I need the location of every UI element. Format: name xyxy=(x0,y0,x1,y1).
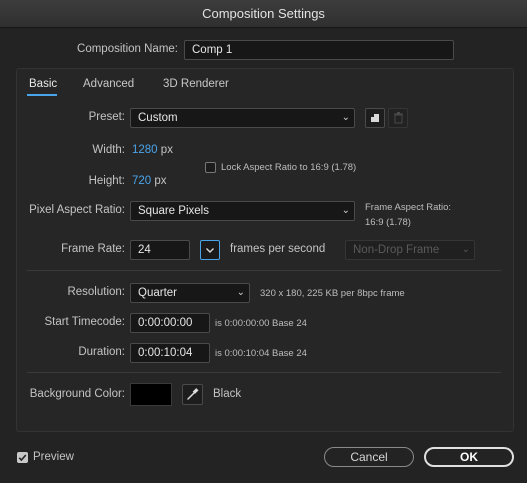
drop-frame-value: Non-Drop Frame xyxy=(353,244,440,256)
delete-preset-button[interactable] xyxy=(388,108,408,128)
height-value[interactable]: 720 xyxy=(132,175,151,187)
checkmark-icon xyxy=(18,454,27,462)
start-timecode-label: Start Timecode: xyxy=(44,316,125,328)
resolution-label: Resolution: xyxy=(67,286,125,298)
duration-input[interactable]: 0:00:10:04 xyxy=(130,343,210,363)
width-label: Width: xyxy=(92,144,125,156)
eyedropper-icon xyxy=(187,388,199,400)
start-timecode-input[interactable]: 0:00:00:00 xyxy=(130,313,210,333)
chevron-down-icon: ⌄ xyxy=(341,205,350,216)
frame-rate-label: Frame Rate: xyxy=(61,243,125,255)
delete-preset-icon xyxy=(394,112,403,124)
frame-rate-presets-button[interactable] xyxy=(200,240,220,260)
resolution-select[interactable]: Quarter ⌄ xyxy=(130,283,250,303)
background-color-label: Background Color: xyxy=(29,388,125,400)
preset-value: Custom xyxy=(138,112,178,124)
preview-checkbox[interactable] xyxy=(17,452,28,463)
divider xyxy=(27,270,501,271)
chevron-down-icon: ⌄ xyxy=(236,287,245,298)
chevron-down-icon: ⌄ xyxy=(341,112,350,123)
tab-3d-renderer[interactable]: 3D Renderer xyxy=(163,78,229,90)
comp-name-label: Composition Name: xyxy=(77,43,178,55)
tab-advanced[interactable]: Advanced xyxy=(83,78,134,90)
preset-select[interactable]: Custom ⌄ xyxy=(130,108,355,128)
height-unit: px xyxy=(154,175,167,187)
frame-aspect-label: Frame Aspect Ratio: xyxy=(365,202,452,213)
duration-label: Duration: xyxy=(78,346,125,358)
background-color-swatch[interactable] xyxy=(130,383,172,406)
resolution-value: Quarter xyxy=(138,287,177,299)
eyedropper-button[interactable] xyxy=(182,384,203,405)
tab-basic[interactable]: Basic xyxy=(29,78,57,90)
pixel-aspect-value: Square Pixels xyxy=(138,205,209,217)
cancel-button[interactable]: Cancel xyxy=(324,447,414,467)
drop-frame-select: Non-Drop Frame ⌄ xyxy=(345,240,475,260)
window-title: Composition Settings xyxy=(0,0,527,28)
resolution-info: 320 x 180, 225 KB per 8bpc frame xyxy=(260,288,405,299)
preset-label: Preset: xyxy=(88,111,125,123)
duration-info: is 0:00:10:04 Base 24 xyxy=(215,348,307,359)
pixel-aspect-label: Pixel Aspect Ratio: xyxy=(29,204,125,216)
width-unit: px xyxy=(160,144,173,156)
width-field[interactable]: 1280 px xyxy=(132,144,173,156)
height-label: Height: xyxy=(88,175,125,187)
chevron-down-icon: ⌄ xyxy=(461,244,470,255)
lock-aspect-label[interactable]: Lock Aspect Ratio to 16:9 (1.78) xyxy=(221,162,356,173)
background-color-name: Black xyxy=(213,388,242,400)
new-preset-button[interactable] xyxy=(365,108,385,128)
chevron-down-icon xyxy=(206,248,214,253)
frame-aspect-value: 16:9 (1.78) xyxy=(365,217,411,228)
divider xyxy=(27,372,501,373)
comp-name-input[interactable]: Comp 1 xyxy=(184,40,454,60)
frame-rate-unit: frames per second xyxy=(230,243,326,255)
ok-button[interactable]: OK xyxy=(424,447,514,467)
pixel-aspect-select[interactable]: Square Pixels ⌄ xyxy=(130,201,355,221)
frame-rate-input[interactable]: 24 xyxy=(130,240,190,260)
height-field[interactable]: 720 px xyxy=(132,175,167,187)
lock-aspect-checkbox[interactable] xyxy=(205,162,216,173)
active-tab-indicator xyxy=(27,94,57,96)
start-timecode-info: is 0:00:00:00 Base 24 xyxy=(215,318,307,329)
width-value[interactable]: 1280 xyxy=(132,144,158,156)
preview-label[interactable]: Preview xyxy=(33,451,74,463)
new-preset-icon xyxy=(370,113,379,122)
